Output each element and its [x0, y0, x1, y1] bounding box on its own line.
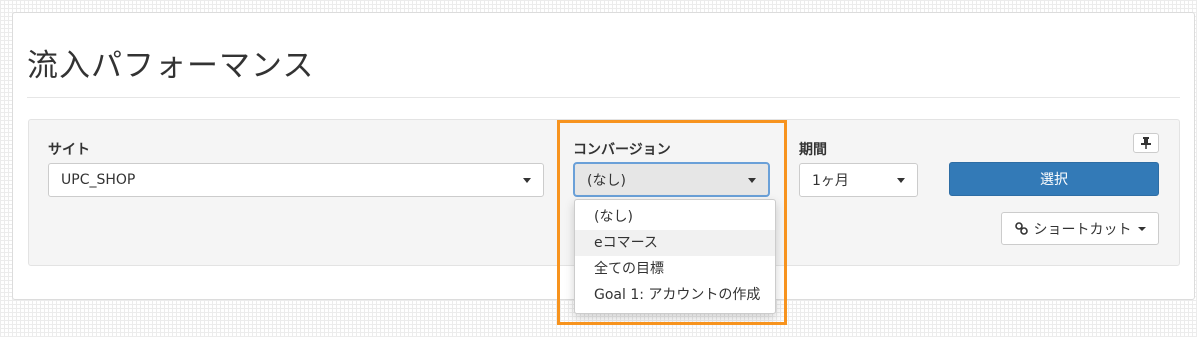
chevron-down-icon	[523, 178, 531, 183]
pin-icon	[1141, 137, 1151, 149]
dropdown-option-none[interactable]: (なし)	[575, 204, 775, 230]
site-select[interactable]: UPC_SHOP	[48, 163, 544, 197]
chevron-down-icon	[748, 178, 756, 183]
pin-button[interactable]	[1133, 133, 1159, 153]
site-select-value: UPC_SHOP	[61, 172, 136, 188]
dropdown-option-all-goals[interactable]: 全ての目標	[575, 256, 775, 282]
conversion-select[interactable]: (なし)	[573, 162, 770, 197]
caret-down-icon	[1137, 226, 1146, 231]
period-select-value: 1ヶ月	[812, 173, 849, 189]
select-button[interactable]: 選択	[949, 162, 1159, 196]
page-title: 流入パフォーマンス	[27, 48, 315, 84]
conversion-dropdown-menu: (なし) eコマース 全ての目標 Goal 1: アカウントの作成	[574, 199, 776, 314]
period-select[interactable]: 1ヶ月	[799, 163, 918, 197]
site-label: サイト	[48, 142, 90, 158]
select-button-label: 選択	[1040, 172, 1068, 188]
chevron-down-icon	[897, 178, 905, 183]
period-label: 期間	[799, 142, 827, 158]
shortcut-button[interactable]: ショートカット	[1001, 212, 1159, 245]
title-divider	[27, 97, 1180, 98]
shortcut-button-label: ショートカット	[1033, 221, 1132, 238]
conversion-label: コンバージョン	[573, 142, 671, 158]
dropdown-option-goal-1[interactable]: Goal 1: アカウントの作成	[575, 282, 775, 308]
link-icon	[1014, 222, 1028, 235]
conversion-select-value: (なし)	[587, 172, 626, 189]
dropdown-option-ecommerce[interactable]: eコマース	[575, 230, 775, 256]
